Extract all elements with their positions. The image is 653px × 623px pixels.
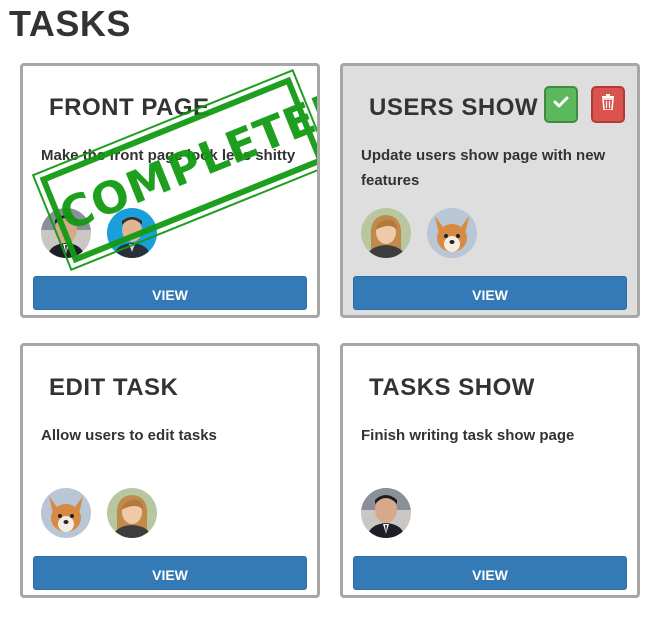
task-title: TASKS SHOW xyxy=(369,374,535,401)
checkmark-icon xyxy=(553,95,569,114)
task-card-front-page: FRONT PAGE Make the front page look less… xyxy=(20,63,320,318)
task-card-tasks-show: TASKS SHOW Finish writing task show page… xyxy=(340,343,640,598)
avatar[interactable] xyxy=(41,488,91,538)
avatar[interactable] xyxy=(427,208,477,258)
trash-icon xyxy=(601,94,615,115)
task-card-users-show: USERS SHOW Update users show page with n… xyxy=(340,63,640,318)
task-title: EDIT TASK xyxy=(49,374,179,401)
view-button[interactable]: VIEW xyxy=(353,556,627,590)
page-title: TASKS xyxy=(9,3,131,44)
assignee-list xyxy=(41,488,157,538)
task-card-edit-task: EDIT TASK Allow users to edit tasks VIEW xyxy=(20,343,320,598)
view-button[interactable]: VIEW xyxy=(33,276,307,310)
task-title: USERS SHOW xyxy=(369,94,539,121)
assignee-list xyxy=(361,488,411,538)
avatar[interactable] xyxy=(107,488,157,538)
view-button[interactable]: VIEW xyxy=(33,556,307,590)
avatar[interactable] xyxy=(361,208,411,258)
task-description: Finish writing task show page xyxy=(361,427,575,444)
avatar[interactable] xyxy=(361,488,411,538)
task-description: Allow users to edit tasks xyxy=(41,427,217,444)
view-button[interactable]: VIEW xyxy=(353,276,627,310)
assignee-list xyxy=(361,208,477,258)
delete-task-button[interactable] xyxy=(591,86,625,123)
complete-task-button[interactable] xyxy=(544,86,578,123)
task-description: Update users show page with new features xyxy=(361,147,606,189)
